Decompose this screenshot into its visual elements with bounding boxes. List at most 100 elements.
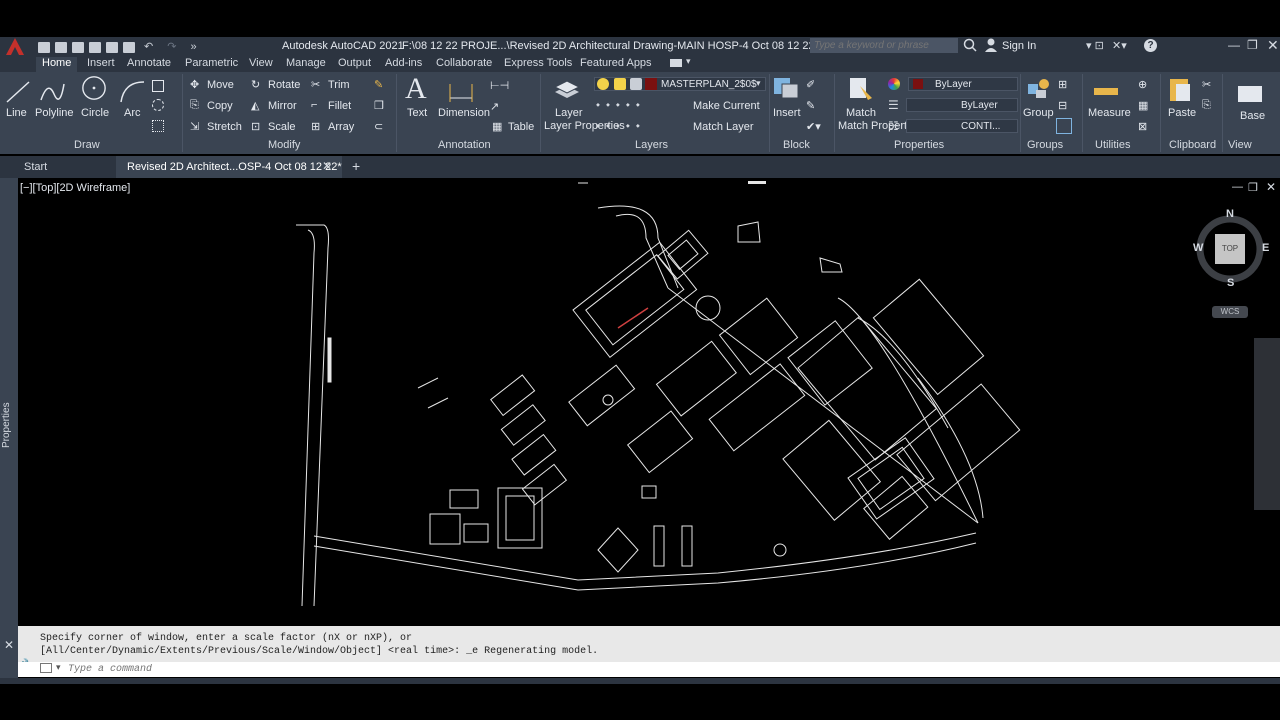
- redo-icon[interactable]: ↷: [167, 41, 176, 53]
- viewcube-top-face[interactable]: TOP: [1215, 234, 1245, 264]
- color-wheel-icon[interactable]: [888, 78, 900, 90]
- annotation-group-label[interactable]: Annotation: [438, 139, 491, 151]
- linear-dim-icon[interactable]: ⊢⊣: [490, 79, 509, 92]
- tab-view[interactable]: View: [249, 57, 273, 69]
- undo-icon[interactable]: ↶: [144, 41, 153, 53]
- view-group-label[interactable]: View: [1228, 139, 1252, 151]
- new-tab-icon[interactable]: +: [352, 158, 360, 174]
- make-current-button[interactable]: Make Current: [693, 100, 760, 112]
- block-group-label[interactable]: Block: [783, 139, 810, 151]
- copy-clip-icon[interactable]: ⎘: [1202, 99, 1211, 112]
- sun-icon[interactable]: [614, 78, 626, 90]
- save-as-icon[interactable]: [89, 41, 101, 53]
- new-file-icon[interactable]: [38, 41, 50, 53]
- quick-select-icon[interactable]: ⊕: [1138, 78, 1147, 91]
- close-tab-icon[interactable]: ✕: [322, 159, 332, 173]
- polyline-button[interactable]: Polyline: [35, 107, 74, 119]
- arc-icon[interactable]: [118, 78, 146, 104]
- sign-in-button[interactable]: Sign In: [1002, 40, 1036, 52]
- plot-icon[interactable]: [106, 41, 118, 53]
- command-input[interactable]: [66, 662, 1266, 677]
- ungroup-icon[interactable]: ⊞: [1058, 78, 1067, 91]
- open-file-icon[interactable]: [55, 41, 67, 53]
- group-button[interactable]: Group: [1023, 107, 1054, 119]
- linetype-icon[interactable]: ☷: [888, 119, 899, 133]
- offset-icon[interactable]: ⊂: [374, 120, 383, 133]
- more-icon[interactable]: »: [190, 41, 196, 53]
- hatch-icon[interactable]: [152, 99, 164, 111]
- array-button[interactable]: Array: [328, 121, 354, 133]
- block-attributes-icon[interactable]: ✔▾: [806, 120, 821, 133]
- circle-button[interactable]: Circle: [81, 107, 109, 119]
- explode-icon[interactable]: ❒: [374, 99, 384, 112]
- leader-icon[interactable]: ↗: [490, 100, 499, 113]
- ribbon-toggle-icon[interactable]: [670, 59, 682, 67]
- lock-icon[interactable]: [630, 78, 642, 90]
- cart-icon[interactable]: ▾ ⊡: [1086, 39, 1104, 52]
- properties-palette-tab[interactable]: Properties: [1, 402, 12, 448]
- properties-group-label[interactable]: Properties: [894, 139, 944, 151]
- exchange-icon[interactable]: ✕▾: [1112, 39, 1127, 52]
- paste-icon[interactable]: [1166, 76, 1194, 102]
- line-icon[interactable]: [4, 78, 32, 104]
- lightbulb-icon[interactable]: [597, 78, 609, 90]
- tab-insert[interactable]: Insert: [87, 57, 115, 69]
- tab-home[interactable]: Home: [36, 57, 78, 72]
- line-button[interactable]: Line: [6, 107, 27, 119]
- tab-express-tools[interactable]: Express Tools: [504, 57, 572, 69]
- tab-annotate[interactable]: Annotate: [127, 57, 171, 69]
- table-button[interactable]: Table: [508, 121, 534, 133]
- tab-parametric[interactable]: Parametric: [185, 57, 238, 69]
- group-icon[interactable]: [1024, 76, 1052, 102]
- tab-featured-apps[interactable]: Featured Apps: [580, 57, 652, 69]
- tab-start[interactable]: Start: [24, 161, 47, 173]
- gradient-icon[interactable]: [152, 120, 164, 132]
- cut-icon[interactable]: ✂: [1202, 78, 1211, 91]
- color-dropdown[interactable]: ByLayer: [908, 77, 1018, 91]
- group-select-icon[interactable]: [1056, 118, 1072, 134]
- navigation-bar[interactable]: [1254, 338, 1280, 510]
- scale-button[interactable]: Scale: [268, 121, 296, 133]
- chevron-down-icon[interactable]: ▾: [756, 78, 761, 89]
- match-layer-button[interactable]: Match Layer: [693, 121, 754, 133]
- base-view-icon[interactable]: [1236, 80, 1264, 106]
- rotate-button[interactable]: Rotate: [268, 79, 300, 91]
- autocad-logo-icon[interactable]: [4, 37, 26, 57]
- polyline-icon[interactable]: [38, 78, 66, 104]
- measure-button[interactable]: Measure: [1088, 107, 1131, 119]
- layer-color-swatch[interactable]: [645, 78, 657, 90]
- trim-button[interactable]: Trim: [328, 79, 350, 91]
- lineweight-icon[interactable]: ☰: [888, 98, 899, 112]
- linetype-dropdown[interactable]: CONTI...: [906, 119, 1018, 133]
- tab-manage[interactable]: Manage: [286, 57, 326, 69]
- search-icon[interactable]: [963, 38, 977, 52]
- layer-tools-icons[interactable]: ⬩⬩⬩⬩⬩: [596, 99, 646, 112]
- insert-block-icon[interactable]: [772, 74, 800, 100]
- circle-icon[interactable]: [80, 75, 108, 101]
- erase-icon[interactable]: ✎: [374, 78, 383, 91]
- tab-output[interactable]: Output: [338, 57, 371, 69]
- rectangle-icon[interactable]: [152, 80, 164, 92]
- close-icon[interactable]: ✕: [1267, 37, 1279, 54]
- fillet-button[interactable]: Fillet: [328, 100, 351, 112]
- clipboard-group-label[interactable]: Clipboard: [1169, 139, 1216, 151]
- drawing-canvas[interactable]: [−][Top][2D Wireframe] — ❐ ✕ N S W E TOP…: [18, 178, 1280, 626]
- viewcube-east[interactable]: E: [1262, 242, 1269, 254]
- select-all-icon[interactable]: ▦: [1138, 99, 1148, 112]
- print-icon[interactable]: [123, 41, 135, 53]
- mirror-button[interactable]: Mirror: [268, 100, 297, 112]
- tab-drawing[interactable]: Revised 2D Architect...OSP-4 Oct 08 12 2…: [116, 156, 342, 178]
- measure-icon[interactable]: [1092, 78, 1120, 104]
- dimension-icon[interactable]: [447, 78, 475, 104]
- viewcube-west[interactable]: W: [1193, 242, 1203, 254]
- paste-button[interactable]: Paste: [1168, 107, 1196, 119]
- tab-add-ins[interactable]: Add-ins: [385, 57, 422, 69]
- groups-group-label[interactable]: Groups: [1027, 139, 1063, 151]
- text-icon[interactable]: A: [405, 72, 427, 106]
- draw-group-label[interactable]: Draw: [74, 139, 100, 151]
- layer-properties-icon[interactable]: [553, 76, 581, 102]
- viewcube-south[interactable]: S: [1227, 277, 1234, 289]
- wcs-menu[interactable]: WCS: [1212, 306, 1248, 318]
- match-properties-icon[interactable]: [846, 76, 874, 102]
- user-icon[interactable]: [984, 38, 998, 52]
